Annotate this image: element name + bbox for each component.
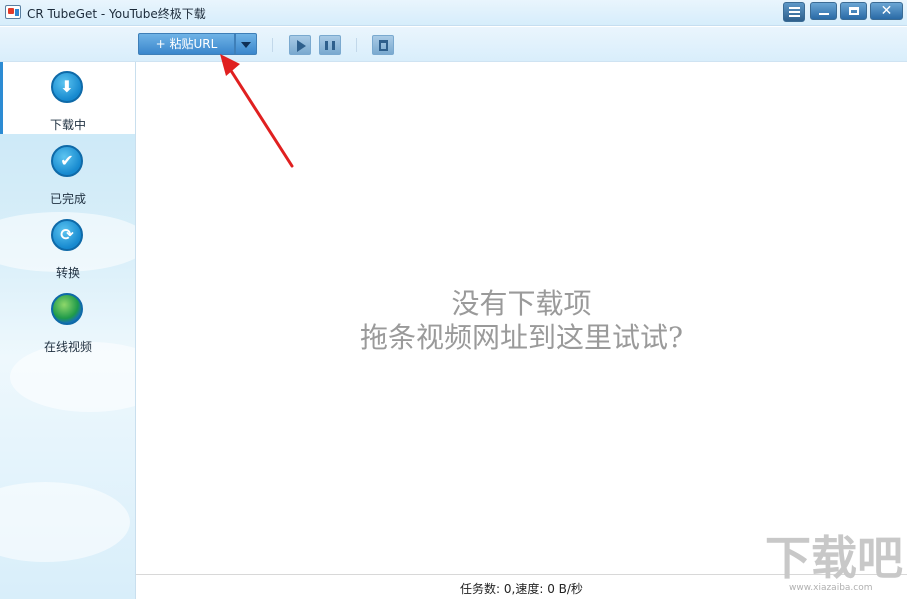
sidebar-item-label: 在线视频 [43, 340, 92, 354]
watermark-char: 下 [765, 531, 811, 585]
watermark-logo: 下 载 吧 www.xiazaiba.com [765, 531, 903, 593]
title-bar: CR TubeGet - YouTube终极下载 ✕ [0, 0, 907, 26]
watermark-char: 载 [811, 531, 857, 585]
watermark-char: 吧 [857, 531, 903, 585]
annotation-arrow-head [220, 54, 240, 76]
window-title: CR TubeGet - YouTube终极下载 [27, 7, 206, 21]
maximize-icon [849, 7, 859, 15]
menu-icon [789, 7, 800, 17]
sidebar-item-label: 转换 [55, 266, 80, 280]
watermark-url: www.xiazaiba.com [789, 583, 873, 593]
minimize-icon [819, 13, 829, 15]
annotation-arrow-shaft [226, 64, 294, 168]
sidebar-item-label: 下载中 [49, 118, 86, 132]
delete-button[interactable] [372, 35, 394, 55]
sidebar-item-completed[interactable]: ✔ 已完成 [0, 136, 135, 208]
check-icon: ✔ [51, 145, 83, 177]
download-icon: ⬇ [51, 71, 83, 103]
empty-state-hint: 拖条视频网址到这里试试? [359, 321, 683, 354]
sidebar-item-online-video[interactable]: 在线视频 [0, 284, 135, 356]
trash-icon [379, 40, 388, 51]
sidebar: ⬇ 下载中 ✔ 已完成 ⟳ 转换 在线视频 [0, 62, 136, 599]
app-icon [5, 5, 21, 19]
maximize-button[interactable] [840, 2, 867, 20]
sidebar-item-downloading[interactable]: ⬇ 下载中 [0, 62, 135, 134]
sidebar-item-convert[interactable]: ⟳ 转换 [0, 210, 135, 282]
convert-icon: ⟳ [51, 219, 83, 251]
globe-icon [51, 293, 83, 325]
close-icon: ✕ [880, 3, 893, 19]
minimize-button[interactable] [810, 2, 837, 20]
annotation-arrow [220, 54, 294, 168]
sidebar-item-label: 已完成 [49, 192, 86, 206]
toolbar: + 粘贴URL [0, 27, 907, 62]
pause-button[interactable] [319, 35, 341, 55]
sidebar-cloud-decoration [0, 482, 130, 562]
close-button[interactable]: ✕ [870, 2, 903, 20]
menu-button[interactable] [783, 2, 805, 22]
toolbar-separator [356, 38, 357, 52]
pause-icon [325, 41, 335, 50]
